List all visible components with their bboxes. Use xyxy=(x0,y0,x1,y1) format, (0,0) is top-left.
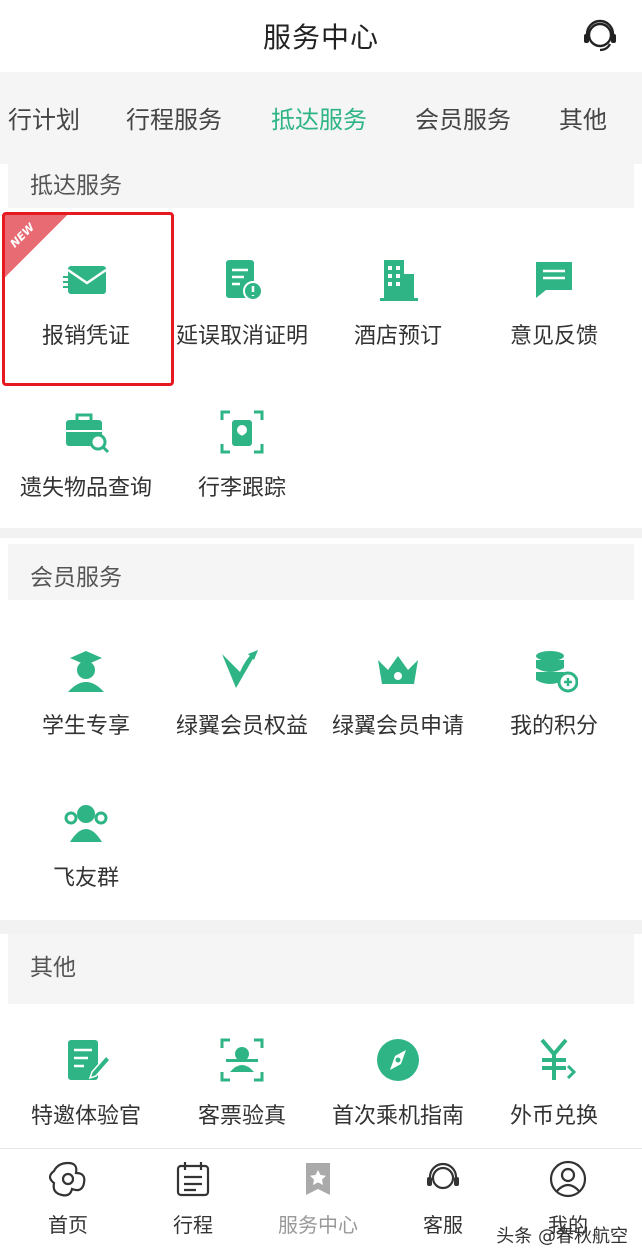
service-label: 外币兑换 xyxy=(509,1104,598,1129)
service-label: 行李跟踪 xyxy=(197,476,286,501)
section-header-member: 会员服务 xyxy=(8,544,634,600)
service-label: 遗失物品查询 xyxy=(19,476,152,501)
user-profile-icon xyxy=(549,1160,587,1198)
other-services-grid: 特邀体验官 客票验真 首次乘机指南 外币兑换 xyxy=(8,1004,634,1148)
lost-luggage-search-icon xyxy=(66,413,110,454)
hotel-building-icon xyxy=(380,260,418,301)
watermark: 头条 @春秋航空 xyxy=(496,1226,628,1247)
service-delay-certificate[interactable]: 延误取消证明 xyxy=(164,256,320,386)
service-first-flight-guide[interactable]: 首次乘机指南 xyxy=(320,1036,476,1166)
tab-other[interactable]: 其他 xyxy=(559,100,607,135)
service-lost-items[interactable]: 遗失物品查询 xyxy=(8,408,164,538)
tabbar-service-center[interactable]: 服务中心 xyxy=(254,1159,382,1249)
feedback-message-icon xyxy=(536,262,572,298)
service-label: 客票验真 xyxy=(197,1104,286,1129)
service-ticket-verify[interactable]: 客票验真 xyxy=(164,1036,320,1166)
service-label: 酒店预订 xyxy=(353,324,442,349)
tabbar-label: 服务中心 xyxy=(278,1213,358,1237)
divider xyxy=(0,920,642,934)
luggage-tracking-icon xyxy=(220,410,264,454)
service-member-benefits[interactable]: 绿翼会员权益 xyxy=(164,646,320,776)
section-title: 其他 xyxy=(30,955,76,981)
service-label: 绿翼会员权益 xyxy=(175,714,308,739)
crown-icon xyxy=(378,656,418,684)
customer-service-headset-icon[interactable] xyxy=(580,16,620,56)
divider xyxy=(0,528,642,538)
group-users-icon xyxy=(64,805,108,842)
service-feedback[interactable]: 意见反馈 xyxy=(476,256,632,386)
tabbar-label: 行程 xyxy=(173,1213,213,1237)
tab-arrival-service[interactable]: 抵达服务 xyxy=(271,100,367,135)
category-tabs: 行计划 行程服务 抵达服务 会员服务 其他 xyxy=(0,72,642,164)
student-graduation-icon xyxy=(68,651,104,692)
service-currency-exchange[interactable]: 外币兑换 xyxy=(476,1036,632,1166)
edit-document-icon xyxy=(68,1040,110,1080)
tabbar-label: 首页 xyxy=(48,1213,88,1237)
tab-trip-service[interactable]: 行程服务 xyxy=(126,100,222,135)
section-title: 会员服务 xyxy=(30,565,122,591)
service-flyer-group[interactable]: 飞友群 xyxy=(8,798,164,928)
tabbar-itinerary[interactable]: 行程 xyxy=(129,1159,257,1249)
calendar-itinerary-icon xyxy=(176,1162,210,1197)
tab-member-service[interactable]: 会员服务 xyxy=(415,100,511,135)
green-wing-v-icon xyxy=(222,650,258,688)
service-member-apply[interactable]: 绿翼会员申请 xyxy=(320,646,476,776)
service-label: 学生专享 xyxy=(41,714,130,739)
service-label: 我的积分 xyxy=(509,714,598,739)
service-label: 延误取消证明 xyxy=(175,324,308,349)
tab-itinerary-plan[interactable]: 行计划 xyxy=(8,100,80,135)
section-header-other: 其他 xyxy=(8,934,634,1004)
section-header-arrival: 抵达服务 xyxy=(8,152,634,208)
service-label: 首次乘机指南 xyxy=(331,1104,464,1129)
currency-exchange-icon xyxy=(540,1038,577,1080)
highlight-box xyxy=(2,212,174,386)
tabbar-customer-service[interactable]: 客服 xyxy=(379,1159,507,1249)
home-logo-icon xyxy=(48,1161,86,1197)
points-coins-icon xyxy=(536,651,578,693)
service-hotel-booking[interactable]: 酒店预订 xyxy=(320,256,476,386)
service-student[interactable]: 学生专享 xyxy=(8,646,164,776)
ticket-verify-scan-icon xyxy=(220,1038,264,1082)
service-label: 特邀体验官 xyxy=(30,1104,141,1129)
service-my-points[interactable]: 我的积分 xyxy=(476,646,632,776)
service-label: 绿翼会员申请 xyxy=(331,714,464,739)
tabbar-home[interactable]: 首页 xyxy=(4,1159,132,1249)
service-center-icon xyxy=(306,1163,330,1195)
member-services-grid: 学生专享 绿翼会员权益 绿翼会员申请 我的积分 飞友群 xyxy=(8,600,634,920)
delay-certificate-icon xyxy=(226,260,263,301)
service-label: 飞友群 xyxy=(52,866,119,891)
service-baggage-tracking[interactable]: 行李跟踪 xyxy=(164,408,320,538)
customer-service-icon xyxy=(427,1162,459,1190)
header: 服务中心 xyxy=(0,0,642,72)
service-label: 意见反馈 xyxy=(509,324,598,349)
tabbar-label: 客服 xyxy=(423,1213,463,1237)
compass-icon xyxy=(377,1039,419,1081)
page-title: 服务中心 xyxy=(262,21,379,54)
service-guest-experience[interactable]: 特邀体验官 xyxy=(8,1036,164,1166)
section-title: 抵达服务 xyxy=(30,173,122,199)
